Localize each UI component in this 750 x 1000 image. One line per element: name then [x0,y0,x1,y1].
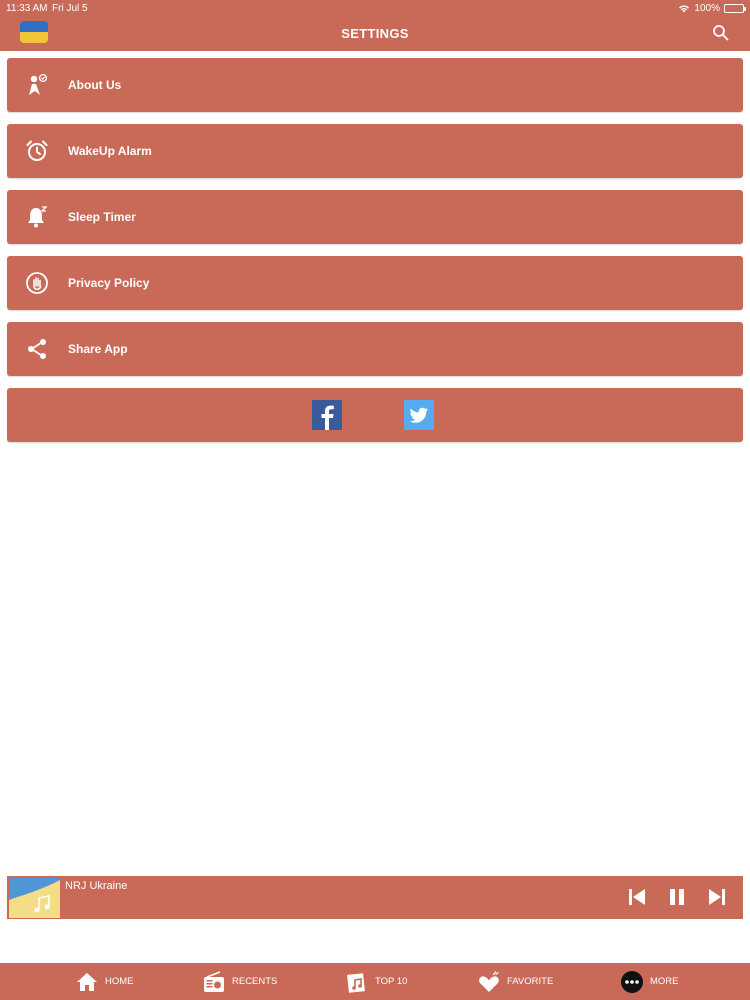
menu-item-label: Privacy Policy [68,276,150,290]
mini-player[interactable]: NRJ Ukraine [7,876,743,919]
more-icon [621,970,643,993]
previous-icon[interactable] [626,886,648,908]
tab-label: HOME [105,976,134,987]
next-icon[interactable] [706,886,728,908]
station-name: NRJ Ukraine [65,880,128,892]
menu-item-label: Share App [68,342,128,356]
pause-icon[interactable] [666,886,688,908]
tab-label: MORE [650,976,679,987]
tab-recents[interactable]: RECENTS [202,963,277,1000]
tab-top-10[interactable]: TOP 10 [345,963,407,1000]
facebook-icon[interactable] [312,400,342,430]
tab-label: RECENTS [232,976,278,987]
menu-item-label: WakeUp Alarm [68,144,152,158]
alarm-clock-icon [26,140,48,161]
top-bar: 11:33 AM Fri Jul 5 100% SETTINGS [0,0,750,51]
menu-item-sleep-timer[interactable]: Sleep Timer [7,190,743,244]
tab-label: TOP 10 [375,976,408,987]
menu-item-label: Sleep Timer [68,210,136,224]
tab-more[interactable]: MORE [620,963,679,1000]
wifi-icon [679,5,690,13]
status-bar: 11:33 AM Fri Jul 5 100% [0,0,750,16]
home-icon [77,972,97,991]
settings-menu: About Us WakeUp Alarm Sleep Timer Privac… [7,58,743,442]
page-title: SETTINGS [341,26,409,41]
social-row [7,388,743,442]
album-art [9,878,60,918]
search-icon[interactable] [712,24,730,42]
twitter-icon[interactable] [404,400,434,430]
battery-icon [724,4,746,13]
menu-item-about-us[interactable]: About Us [7,58,743,112]
menu-item-label: About Us [68,78,122,92]
status-date: Fri Jul 5 [52,3,88,14]
music-note-icon [347,972,365,993]
heart-icon [479,970,499,992]
menu-item-wakeup-alarm[interactable]: WakeUp Alarm [7,124,743,178]
battery-percent: 100% [694,3,720,14]
menu-item-privacy-policy[interactable]: Privacy Policy [7,256,743,310]
tab-label: FAVORITE [507,976,554,987]
about-icon [29,73,48,95]
sleep-bell-icon [28,206,48,228]
tab-bar: HOME RECENTS TOP 10 FAVORITE MORE [0,963,750,1000]
share-icon [28,339,46,359]
menu-item-share-app[interactable]: Share App [7,322,743,376]
tab-favorite[interactable]: FAVORITE [477,963,553,1000]
radio-icon [204,970,224,992]
status-right: 100% [678,3,746,14]
status-time: 11:33 AM [6,3,48,14]
privacy-hand-icon [26,272,48,294]
tab-home[interactable]: HOME [75,963,134,1000]
